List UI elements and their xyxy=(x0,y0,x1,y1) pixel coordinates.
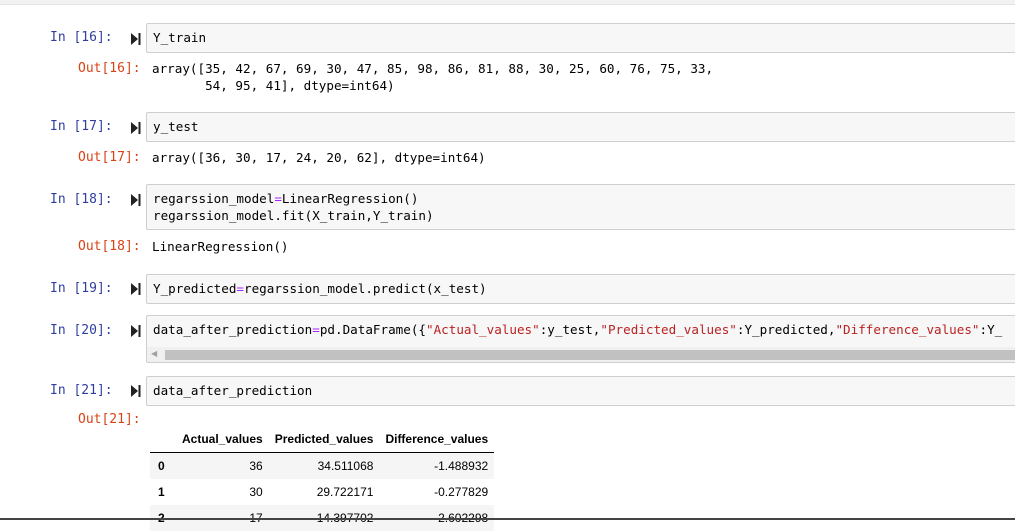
output-prompt: Out[17]: xyxy=(78,150,141,165)
output-line: 54, 95, 41], dtype=int64) xyxy=(152,78,395,93)
scrollbar-thumb[interactable] xyxy=(165,350,1015,360)
code-token: data_after_prediction xyxy=(153,322,313,337)
dataframe-table: Actual_values Predicted_values Differenc… xyxy=(150,425,495,531)
table-cell: -0.277829 xyxy=(434,485,489,499)
output-prompt: Out[21]: xyxy=(78,412,141,427)
string-token: "Actual_values" xyxy=(425,322,540,337)
input-prompt: In [16]: xyxy=(50,30,113,45)
notebook-top-border xyxy=(0,0,1015,5)
code-line: data_after_prediction xyxy=(153,383,313,398)
operator-token: = xyxy=(312,322,320,337)
run-cell-icon[interactable] xyxy=(131,32,141,46)
table-cell: -1.488932 xyxy=(434,459,489,473)
operator-token: = xyxy=(274,191,282,206)
input-prompt: In [21]: xyxy=(50,383,113,398)
string-token: "Predicted_values" xyxy=(600,322,737,337)
code-token: pd.DataFrame({ xyxy=(319,322,426,337)
column-header: Difference_values xyxy=(385,431,489,446)
code-token: regarssion_model.predict(x_test) xyxy=(244,281,487,296)
code-token: Y_predicted xyxy=(153,281,237,296)
output-prompt: Out[18]: xyxy=(78,239,141,254)
table-cell: 30 xyxy=(249,485,263,499)
column-header: Actual_values xyxy=(182,431,263,446)
code-line: y_test xyxy=(153,119,199,134)
row-index: 1 xyxy=(158,485,165,499)
index-header xyxy=(150,425,176,453)
input-prompt: In [20]: xyxy=(50,323,113,338)
string-token: "Difference_values" xyxy=(835,322,980,337)
code-token: regarssion_model xyxy=(153,191,275,206)
table-row: 0 36 34.511068 -1.488932 xyxy=(150,452,495,479)
input-prompt: In [19]: xyxy=(50,281,113,296)
output-prompt: Out[16]: xyxy=(78,61,141,76)
operator-token: = xyxy=(236,281,244,296)
input-prompt: In [18]: xyxy=(50,192,113,207)
table-cell: 34.511068 xyxy=(317,459,374,473)
code-token: :Y_predicted, xyxy=(736,322,836,337)
output-line: array([35, 42, 67, 69, 30, 47, 85, 98, 8… xyxy=(152,61,714,76)
code-line: Y_train xyxy=(153,30,207,45)
code-token: :Y_ xyxy=(979,322,1003,337)
table-cell: 36 xyxy=(249,459,263,473)
table-row: 1 30 29.722171 -0.277829 xyxy=(150,479,494,505)
output-text: array([36, 30, 17, 24, 20, 62], dtype=in… xyxy=(152,150,486,165)
output-text: LinearRegression() xyxy=(152,239,289,254)
code-line: regarssion_model=LinearRegression() xyxy=(153,191,418,206)
run-cell-icon[interactable] xyxy=(131,282,141,296)
run-cell-icon[interactable] xyxy=(131,324,141,338)
horizontal-scrollbar[interactable]: ◀ xyxy=(147,347,1015,362)
scroll-left-arrow-icon[interactable]: ◀ xyxy=(151,349,157,358)
table-cell: 29.722171 xyxy=(316,485,374,499)
code-token: :y_test, xyxy=(539,322,601,337)
code-input[interactable]: y_test xyxy=(146,112,1015,142)
run-cell-icon[interactable] xyxy=(131,193,141,207)
table-header-row: Actual_values Predicted_values Differenc… xyxy=(150,425,495,453)
code-line: data_after_prediction=pd.DataFrame({"Act… xyxy=(153,322,1002,337)
code-line: regarssion_model.fit(X_train,Y_train) xyxy=(153,208,434,223)
code-line: Y_predicted=regarssion_model.predict(x_t… xyxy=(153,281,487,296)
code-input[interactable]: Y_train xyxy=(146,23,1015,53)
run-cell-icon[interactable] xyxy=(131,121,141,135)
column-header: Predicted_values xyxy=(274,431,374,446)
code-token: LinearRegression() xyxy=(281,191,419,206)
run-cell-icon[interactable] xyxy=(131,384,141,398)
code-input[interactable]: Y_predicted=regarssion_model.predict(x_t… xyxy=(146,274,1015,304)
output-text: array([35, 42, 67, 69, 30, 47, 85, 98, 8… xyxy=(152,60,713,94)
row-index: 0 xyxy=(158,459,165,473)
input-prompt: In [17]: xyxy=(50,119,113,134)
code-input[interactable]: data_after_prediction=pd.DataFrame({"Act… xyxy=(146,315,1015,363)
code-input[interactable]: regarssion_model=LinearRegression() rega… xyxy=(146,184,1015,230)
code-input[interactable]: data_after_prediction xyxy=(146,376,1015,406)
